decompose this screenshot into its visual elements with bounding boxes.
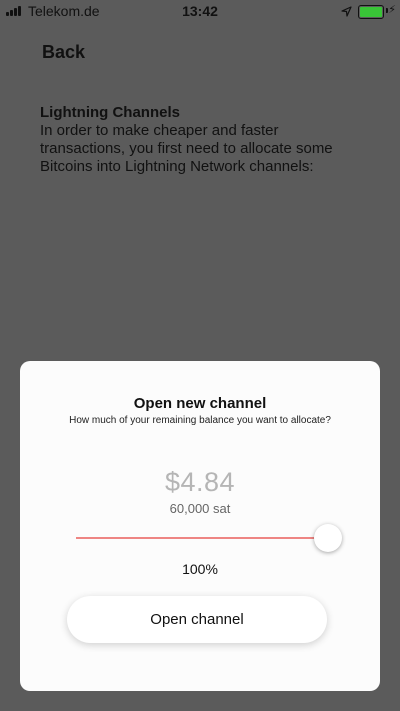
open-channel-button[interactable]: Open channel [67,596,327,643]
status-bar: Telekom.de 13:42 ⚡ [0,0,400,22]
battery-icon [358,5,384,19]
open-channel-modal: Open new channel How much of your remain… [20,361,380,691]
battery-fill [360,7,382,17]
amount-sat: 60,000 sat [169,501,231,516]
intro-body: In order to make cheaper and faster tran… [40,122,333,175]
location-arrow-icon [341,4,352,20]
screen: Telekom.de 13:42 ⚡ Back Lightning Channe… [0,0,400,711]
charging-bolt-icon: ⚡ [388,4,396,16]
allocation-slider[interactable] [76,524,342,552]
status-time: 13:42 [182,3,218,19]
modal-subtitle: How much of your remaining balance you w… [69,415,331,426]
intro-title: Lightning Channels [40,104,180,121]
slider-track [76,537,328,539]
intro-section: Lightning Channels In order to make chea… [40,104,360,176]
back-button[interactable]: Back [42,42,85,63]
amount-fiat: $4.84 [164,467,236,497]
allocation-percent: 100% [182,561,218,577]
modal-title: Open new channel [133,395,267,412]
slider-thumb[interactable] [314,524,342,552]
